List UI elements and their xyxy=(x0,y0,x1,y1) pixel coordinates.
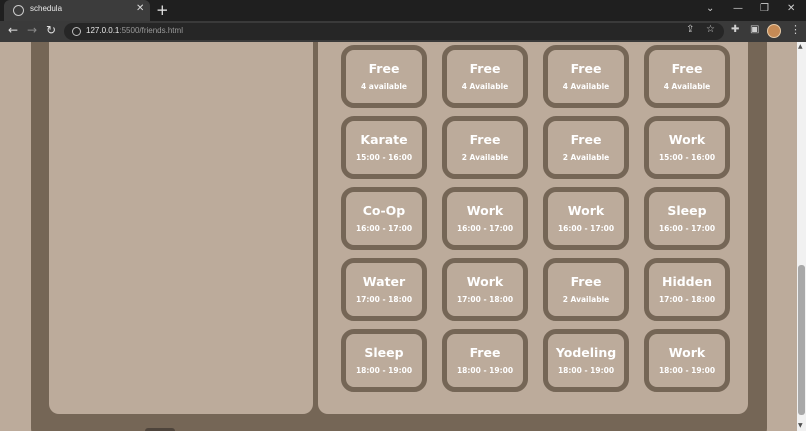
schedule-slot[interactable]: Free 4 Available xyxy=(543,45,629,108)
star-icon[interactable]: ☆ xyxy=(706,24,715,35)
site-info-icon[interactable] xyxy=(72,27,81,36)
slot-subtitle: 18:00 - 19:00 xyxy=(456,366,514,375)
slot-subtitle: 4 Available xyxy=(461,82,509,91)
sidepanel-icon[interactable]: ▣ xyxy=(750,24,759,35)
schedule-slot[interactable]: Work 16:00 - 17:00 xyxy=(543,187,629,250)
slot-subtitle: 4 Available xyxy=(562,82,610,91)
slot-subtitle: 17:00 - 18:00 xyxy=(355,295,413,304)
schedule-slot[interactable]: Hidden 17:00 - 18:00 xyxy=(644,258,730,321)
slot-title: Sleep xyxy=(667,203,707,218)
schedule-slot[interactable]: Karate 15:00 - 16:00 xyxy=(341,116,427,179)
close-tab-icon[interactable]: ✕ xyxy=(136,3,144,14)
extensions-icon[interactable]: ✚ xyxy=(731,24,739,35)
page-scrollbar[interactable]: ▲ ▼ xyxy=(797,42,806,431)
schedule-slot[interactable]: Free 4 available xyxy=(341,45,427,108)
schedule-slot[interactable]: Sleep 18:00 - 19:00 xyxy=(341,329,427,392)
new-tab-icon[interactable]: + xyxy=(156,1,169,19)
slot-title: Work xyxy=(668,345,706,360)
slot-subtitle: 16:00 - 17:00 xyxy=(355,224,413,233)
slot-title: Water xyxy=(362,274,406,289)
page-viewport: Free 4 available Free 4 Available Free 4 Avai… xyxy=(0,42,797,431)
avatar[interactable] xyxy=(767,24,781,38)
slot-subtitle: 17:00 - 18:00 xyxy=(658,295,716,304)
schedule-panel: Free 4 available Free 4 Available Free 4 Avai… xyxy=(318,42,748,414)
scroll-up-arrow-icon[interactable]: ▲ xyxy=(798,43,803,50)
back-arrow-icon[interactable]: ← xyxy=(8,23,18,37)
schedule-slot[interactable]: Work 15:00 - 16:00 xyxy=(644,116,730,179)
schedule-slot[interactable]: Work 18:00 - 19:00 xyxy=(644,329,730,392)
menu-icon[interactable]: ⋮ xyxy=(790,23,801,36)
slot-title: Co-Op xyxy=(362,203,406,218)
browser-tab[interactable]: schedula ✕ xyxy=(4,0,150,21)
schedule-slot[interactable]: Free 18:00 - 19:00 xyxy=(442,329,528,392)
slot-subtitle: 4 Available xyxy=(663,82,711,91)
url-path: :5500/friends.html xyxy=(119,26,183,35)
tab-title: schedula xyxy=(30,4,63,13)
url-host: 127.0.0.1 xyxy=(86,26,120,35)
slot-title: Free xyxy=(671,61,703,76)
schedule-slot[interactable]: Sleep 16:00 - 17:00 xyxy=(644,187,730,250)
slot-subtitle: 2 Available xyxy=(562,295,610,304)
slot-title: Work xyxy=(668,132,706,147)
schedule-slot[interactable]: Free 2 Available xyxy=(543,258,629,321)
slot-title: Free xyxy=(469,61,501,76)
slot-title: Work xyxy=(567,203,605,218)
slot-subtitle: 16:00 - 17:00 xyxy=(557,224,615,233)
slot-title: Sleep xyxy=(364,345,404,360)
slot-title: Free xyxy=(570,274,602,289)
scrollbar-thumb[interactable] xyxy=(798,265,805,415)
slot-subtitle: 2 Available xyxy=(562,153,610,162)
slot-title: Work xyxy=(466,203,504,218)
schedule-slot[interactable]: Yodeling 18:00 - 19:00 xyxy=(543,329,629,392)
slot-title: Karate xyxy=(360,132,408,147)
slot-subtitle: 15:00 - 16:00 xyxy=(355,153,413,162)
friends-panel xyxy=(49,42,313,414)
schedule-slot[interactable]: Water 17:00 - 18:00 xyxy=(341,258,427,321)
tab-search-icon[interactable]: ⌄ xyxy=(706,3,714,14)
slot-title: Free xyxy=(469,132,501,147)
schedule-slot[interactable]: Free 2 Available xyxy=(442,116,528,179)
url-text: 127.0.0.1:5500/friends.html xyxy=(86,26,183,35)
schedule-slot[interactable]: Free 2 Available xyxy=(543,116,629,179)
slot-title: Yodeling xyxy=(555,345,617,360)
reload-icon[interactable]: ↻ xyxy=(46,23,56,37)
slot-subtitle: 16:00 - 17:00 xyxy=(658,224,716,233)
share-icon[interactable]: ⇪ xyxy=(686,24,694,35)
close-window-icon[interactable]: ✕ xyxy=(787,3,795,14)
forward-arrow-icon[interactable]: → xyxy=(27,23,37,37)
slot-subtitle: 18:00 - 19:00 xyxy=(557,366,615,375)
schedule-slot[interactable]: Co-Op 16:00 - 17:00 xyxy=(341,187,427,250)
slot-title: Free xyxy=(368,61,400,76)
slot-title: Hidden xyxy=(661,274,713,289)
minimize-icon[interactable]: — xyxy=(733,3,743,14)
scroll-down-arrow-icon[interactable]: ▼ xyxy=(798,422,803,429)
slot-subtitle: 18:00 - 19:00 xyxy=(658,366,716,375)
schedule-slot[interactable]: Free 4 Available xyxy=(442,45,528,108)
slot-subtitle: 16:00 - 17:00 xyxy=(456,224,514,233)
slot-subtitle: 4 available xyxy=(360,82,408,91)
schedule-slot[interactable]: Work 17:00 - 18:00 xyxy=(442,258,528,321)
restore-icon[interactable]: ❐ xyxy=(760,3,769,14)
schedule-slot[interactable]: Work 16:00 - 17:00 xyxy=(442,187,528,250)
slot-title: Work xyxy=(466,274,504,289)
address-bar[interactable]: 127.0.0.1:5500/friends.html ⇪ ☆ xyxy=(64,23,724,40)
slot-subtitle: 18:00 - 19:00 xyxy=(355,366,413,375)
slot-title: Free xyxy=(570,132,602,147)
browser-toolbar: ← → ↻ 127.0.0.1:5500/friends.html ⇪ ☆ ✚ … xyxy=(0,21,806,42)
schedule-slot[interactable]: Free 4 Available xyxy=(644,45,730,108)
globe-icon xyxy=(13,5,24,16)
slot-subtitle: 2 Available xyxy=(461,153,509,162)
slot-subtitle: 15:00 - 16:00 xyxy=(658,153,716,162)
slot-title: Free xyxy=(469,345,501,360)
slot-title: Free xyxy=(570,61,602,76)
slot-subtitle: 17:00 - 18:00 xyxy=(456,295,514,304)
browser-tab-bar: schedula ✕ + ⌄ — ❐ ✕ xyxy=(0,0,806,21)
